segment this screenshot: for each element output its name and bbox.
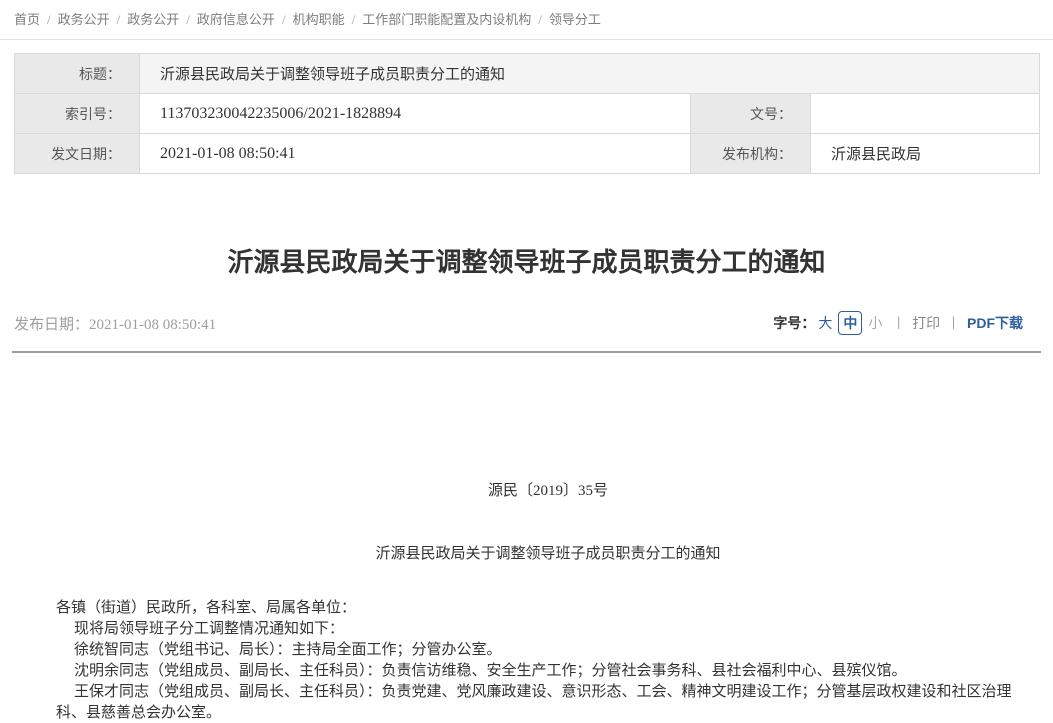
- breadcrumb-link-dept-config[interactable]: 工作部门职能配置及内设机构: [362, 12, 531, 27]
- fontsize-label: 字号：: [773, 313, 815, 333]
- issue-date-label: 发文日期：: [15, 134, 140, 174]
- publish-date-value: 2021-01-08 08:50:41: [89, 317, 216, 333]
- breadcrumb-separator: /: [117, 12, 121, 27]
- fontsize-medium-button[interactable]: 中: [838, 311, 862, 335]
- breadcrumb-link-functions[interactable]: 机构职能: [293, 12, 345, 27]
- breadcrumb-link-zwgk-2[interactable]: 政务公开: [127, 12, 179, 27]
- article-toolbar: 字号： 大 中 小 | 打印 | PDF下载: [773, 311, 1023, 335]
- issue-date-value: 2021-01-08 08:50:41: [140, 134, 691, 174]
- breadcrumb: 首页 / 政务公开 / 政务公开 / 政府信息公开 / 机构职能 / 工作部门职能配置及内设机构 / 领…: [0, 0, 1053, 40]
- document-meta-table-wrap: 标题： 沂源县民政局关于调整领导班子成员职责分工的通知 索引号： 1137032…: [0, 40, 1053, 174]
- breadcrumb-link-info-disclosure[interactable]: 政府信息公开: [197, 12, 275, 27]
- paragraph-intro: 现将局领导班子分工调整情况通知如下：: [56, 619, 1040, 640]
- issue-date-text: 2021-01-08 08:50:41: [160, 145, 296, 162]
- paragraph-leader-2: 沈明余同志（党组成员、副局长、主任科员）：负责信访维稳、安全生产工作；分管社会事…: [56, 661, 1040, 682]
- index-number-value: 113703230042235006/2021-1828894: [140, 94, 691, 134]
- article-body: 源民〔2019〕35号 沂源县民政局关于调整领导班子成员职责分工的通知 各镇（街…: [0, 353, 1053, 723]
- table-row-date: 发文日期： 2021-01-08 08:50:41 发布机构： 沂源县民政局: [15, 134, 1040, 174]
- table-row-index: 索引号： 113703230042235006/2021-1828894 文号：: [15, 94, 1040, 134]
- print-button[interactable]: 打印: [912, 313, 940, 333]
- doc-subtitle-line: 沂源县民政局关于调整领导班子成员职责分工的通知: [56, 544, 1040, 565]
- title-value: 沂源县民政局关于调整领导班子成员职责分工的通知: [140, 54, 1040, 94]
- doc-number-line: 源民〔2019〕35号: [56, 481, 1040, 502]
- breadcrumb-separator: /: [538, 12, 542, 27]
- fontsize-large-button[interactable]: 大: [818, 313, 832, 333]
- breadcrumb-separator: /: [282, 12, 286, 27]
- publish-date-label: 发布日期：: [14, 317, 89, 333]
- doc-number-value: [811, 94, 1040, 134]
- document-meta-table: 标题： 沂源县民政局关于调整领导班子成员职责分工的通知 索引号： 1137032…: [14, 53, 1040, 174]
- toolbar-divider: |: [952, 315, 955, 331]
- agency-value: 沂源县民政局: [811, 134, 1040, 174]
- breadcrumb-separator: /: [186, 12, 190, 27]
- article-top-spacer: [56, 353, 1040, 481]
- publish-date: 发布日期：2021-01-08 08:50:41: [14, 313, 216, 334]
- paragraph-leader-1: 徐统智同志（党组书记、局长）：主持局全面工作；分管办公室。: [56, 640, 1040, 661]
- index-number-text: 113703230042235006/2021-1828894: [160, 105, 401, 122]
- page-title: 沂源县民政局关于调整领导班子成员职责分工的通知: [0, 242, 1053, 279]
- doc-paragraphs: 各镇（街道）民政所，各科室、局属各单位： 现将局领导班子分工调整情况通知如下： …: [56, 598, 1040, 723]
- doc-number-label: 文号：: [691, 94, 811, 134]
- pdf-download-button[interactable]: PDF下载: [967, 313, 1023, 333]
- agency-label: 发布机构：: [691, 134, 811, 174]
- index-number-label: 索引号：: [15, 94, 140, 134]
- paragraph-salutation: 各镇（街道）民政所，各科室、局属各单位：: [56, 598, 1040, 619]
- article-meta-row: 发布日期：2021-01-08 08:50:41 字号： 大 中 小 | 打印 …: [0, 311, 1053, 335]
- breadcrumb-link-home[interactable]: 首页: [14, 12, 40, 27]
- title-label: 标题：: [15, 54, 140, 94]
- paragraph-leader-3: 王保才同志（党组成员、副局长、主任科员）：负责党建、党风廉政建设、意识形态、工会…: [56, 682, 1040, 723]
- breadcrumb-separator: /: [352, 12, 356, 27]
- breadcrumb-separator: /: [47, 12, 51, 27]
- toolbar-divider: |: [897, 315, 900, 331]
- table-row-title: 标题： 沂源县民政局关于调整领导班子成员职责分工的通知: [15, 54, 1040, 94]
- breadcrumb-link-zwgk-1[interactable]: 政务公开: [58, 12, 110, 27]
- fontsize-small-button[interactable]: 小: [868, 313, 882, 333]
- breadcrumb-link-leader-division[interactable]: 领导分工: [549, 12, 601, 27]
